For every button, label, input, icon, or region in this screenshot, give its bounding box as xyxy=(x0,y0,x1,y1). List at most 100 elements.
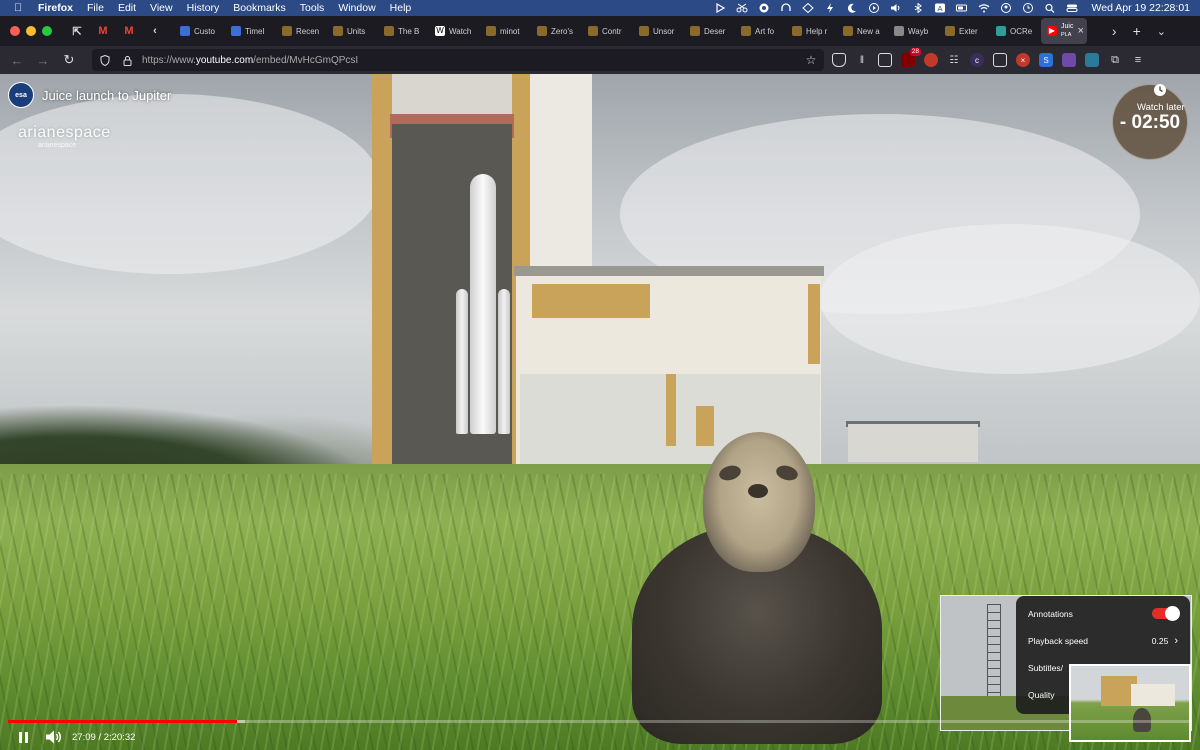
close-window-button[interactable] xyxy=(10,26,20,36)
star-icon xyxy=(537,26,547,36)
pause-button[interactable] xyxy=(14,728,32,746)
bookmark-star-icon[interactable]: ☆ xyxy=(804,53,818,67)
media-control-icon[interactable] xyxy=(868,3,880,13)
tab-6[interactable]: minot xyxy=(480,18,531,44)
launch-tower-side xyxy=(530,74,592,274)
tab-scroll-left-icon[interactable]: ‹ xyxy=(148,24,162,38)
menu-window[interactable]: Window xyxy=(338,2,375,14)
video-player[interactable]: esa Juice launch to Jupiter arianespace … xyxy=(0,74,1200,750)
menu-app-firefox[interactable]: Firefox xyxy=(38,2,73,14)
tab-scroll-right-icon[interactable]: › xyxy=(1112,23,1117,39)
menu-tools[interactable]: Tools xyxy=(300,2,325,14)
new-tab-button[interactable]: + xyxy=(1133,23,1141,39)
tab-9[interactable]: Unsor xyxy=(633,18,684,44)
extension-close-red-icon[interactable]: × xyxy=(1016,53,1030,67)
volume-status-icon[interactable] xyxy=(890,3,902,13)
forward-button[interactable]: → xyxy=(34,51,52,69)
tab-1[interactable]: Timel xyxy=(225,18,276,44)
lock-icon[interactable] xyxy=(120,53,134,67)
tab-11[interactable]: Art fo xyxy=(735,18,786,44)
hangar-panel xyxy=(808,284,820,364)
extension-card-icon[interactable] xyxy=(993,53,1007,67)
menu-history[interactable]: History xyxy=(187,2,220,14)
tab-8[interactable]: Contr xyxy=(582,18,633,44)
tab-list-dropdown-icon[interactable]: ⌄ xyxy=(1157,25,1166,38)
ublock-icon[interactable]: 28 xyxy=(901,48,921,67)
tab-14[interactable]: Wayb xyxy=(888,18,939,44)
minimize-window-button[interactable] xyxy=(26,26,36,36)
tracking-protection-shield-icon[interactable] xyxy=(98,53,112,67)
navigation-toolbar: ← → ↻ https://www.youtube.com/embed/MvHc… xyxy=(0,46,1200,74)
diamond-icon[interactable] xyxy=(801,3,814,13)
pocket-icon[interactable] xyxy=(832,53,846,67)
extension-c-icon[interactable]: c xyxy=(970,53,984,67)
tab-16[interactable]: OCRe xyxy=(990,18,1041,44)
menu-help[interactable]: Help xyxy=(390,2,412,14)
tab-0[interactable]: Custo xyxy=(174,18,225,44)
tab-2[interactable]: Recen xyxy=(276,18,327,44)
annotations-toggle[interactable] xyxy=(1152,606,1180,621)
menu-view[interactable]: View xyxy=(150,2,173,14)
spotlight-search-icon[interactable] xyxy=(1044,3,1056,13)
volume-icon[interactable] xyxy=(44,728,62,746)
input-source-icon[interactable]: A xyxy=(934,3,946,13)
openai-icon[interactable] xyxy=(758,3,770,13)
menubar-clock[interactable]: Wed Apr 19 22:28:01 xyxy=(1092,2,1190,14)
moon-icon[interactable] xyxy=(846,3,858,13)
menubar-status-area: A Wed Apr 19 22:28:01 xyxy=(714,0,1190,16)
user-icon[interactable] xyxy=(1000,3,1012,13)
app-menu-icon[interactable]: ≡ xyxy=(1131,53,1145,67)
cloud xyxy=(820,224,1200,374)
tab-label: New a xyxy=(857,26,880,36)
apple-menu-icon[interactable]:  xyxy=(14,2,24,14)
wifi-icon[interactable] xyxy=(978,3,990,13)
menu-file[interactable]: File xyxy=(87,2,104,14)
tab-15[interactable]: Exter xyxy=(939,18,990,44)
extension-blue-s-icon[interactable]: S xyxy=(1039,53,1053,67)
url-bar[interactable]: https://www.youtube.com/embed/MvHcGmQPcs… xyxy=(92,49,824,71)
progress-bar[interactable] xyxy=(8,720,1192,723)
tab-label: Recen xyxy=(296,26,320,36)
menu-bookmarks[interactable]: Bookmarks xyxy=(233,2,286,14)
tab-label: Exter xyxy=(959,26,978,36)
progress-played xyxy=(8,720,237,723)
gmail-icon[interactable]: M xyxy=(122,24,136,38)
back-button[interactable]: ← xyxy=(8,51,26,69)
tab-12[interactable]: Help r xyxy=(786,18,837,44)
scissors-icon[interactable] xyxy=(736,3,748,13)
tab-3[interactable]: Units xyxy=(327,18,378,44)
extension-bars-icon[interactable]: ☷ xyxy=(947,53,961,67)
sidebar-icon[interactable] xyxy=(878,53,892,67)
tab-active-youtube[interactable]: ▶ Juic PLA × xyxy=(1041,18,1087,44)
tab-13[interactable]: New a xyxy=(837,18,888,44)
bluetooth-icon[interactable] xyxy=(912,3,924,13)
extension-shield-purple-icon[interactable] xyxy=(1062,53,1076,67)
pinned-page-icon[interactable]: ⇱ xyxy=(70,24,84,38)
extension-teal-icon[interactable] xyxy=(1085,53,1099,67)
tab-label: Deser xyxy=(704,26,726,36)
url-text[interactable]: https://www.youtube.com/embed/MvHcGmQPcs… xyxy=(142,55,804,66)
menu-edit[interactable]: Edit xyxy=(118,2,136,14)
headphones-icon[interactable] xyxy=(780,3,792,13)
extension-red-icon[interactable] xyxy=(924,53,938,67)
extensions-puzzle-icon[interactable]: ⧉ xyxy=(1108,53,1122,67)
tab-4[interactable]: The B xyxy=(378,18,429,44)
time-machine-icon[interactable] xyxy=(1022,3,1034,13)
close-tab-icon[interactable]: × xyxy=(1077,25,1083,37)
channel-avatar[interactable]: esa xyxy=(8,82,34,108)
annotations-row[interactable]: Annotations xyxy=(1016,600,1190,627)
library-icon[interactable]: ‖ xyxy=(855,53,869,67)
video-title[interactable]: Juice launch to Jupiter xyxy=(42,88,171,103)
tab-label: Art fo xyxy=(755,26,775,36)
zoom-window-button[interactable] xyxy=(42,26,52,36)
play-status-icon[interactable] xyxy=(714,3,726,13)
battery-icon[interactable] xyxy=(955,3,968,13)
tab-5[interactable]: W Watch xyxy=(429,18,480,44)
gmail-icon[interactable]: M xyxy=(96,24,110,38)
tab-10[interactable]: Deser xyxy=(684,18,735,44)
reload-button[interactable]: ↻ xyxy=(60,51,78,69)
tab-7[interactable]: Zero's xyxy=(531,18,582,44)
playback-speed-row[interactable]: Playback speed 0.25 › xyxy=(1016,627,1190,654)
control-center-icon[interactable] xyxy=(1066,3,1078,13)
bolt-icon[interactable] xyxy=(824,3,836,13)
